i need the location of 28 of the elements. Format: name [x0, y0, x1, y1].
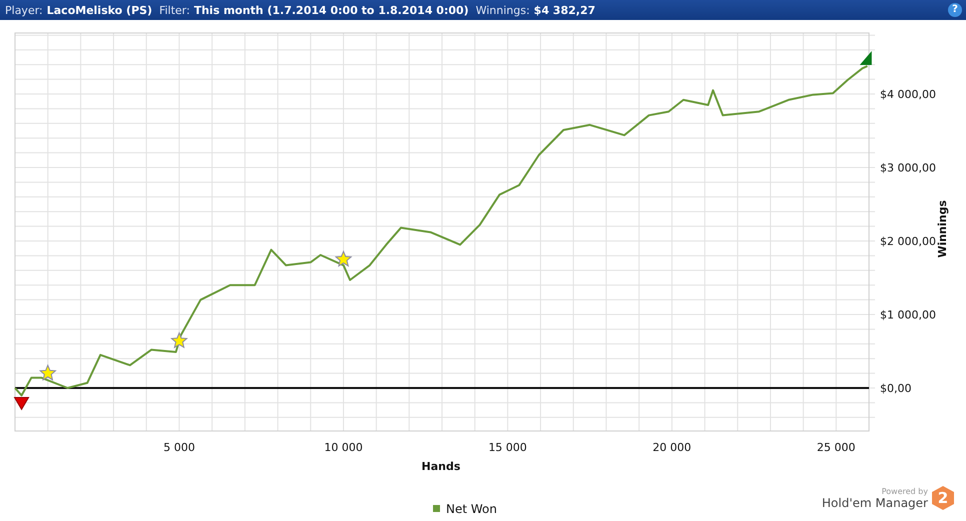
down-triangle-marker	[14, 396, 30, 410]
x-tick-label: 10 000	[324, 441, 363, 454]
y-tick-label: $1 000,00	[880, 308, 936, 322]
powered-by-caption: Powered by	[882, 486, 928, 496]
filter-value: $4 382,27	[534, 4, 596, 16]
star-marker	[170, 332, 188, 348]
x-tick-label: 5 000	[163, 441, 195, 454]
hexagon-badge: 2	[932, 486, 954, 510]
filter-label: Filter:	[159, 4, 190, 16]
filter-label: Player:	[5, 4, 43, 16]
filter-value: LacoMelisko (PS)	[46, 4, 152, 16]
x-tick-label: 15 000	[488, 441, 527, 454]
y-axis-title: Winnings	[936, 200, 949, 258]
y-tick-label: $3 000,00	[880, 162, 936, 174]
y-tick-label: $4 000,00	[880, 88, 936, 101]
filter-label: Winnings:	[476, 4, 530, 16]
x-axis-title: Hands	[422, 460, 460, 473]
brand-name: Hold'em Manager	[822, 496, 928, 510]
x-tick-label: 20 000	[652, 441, 692, 454]
up-triangle-marker	[860, 51, 872, 65]
legend-label: Net Won	[446, 502, 497, 516]
help-button[interactable]: ?	[948, 3, 962, 17]
star-marker	[38, 364, 57, 381]
star-marker	[334, 250, 352, 267]
y-tick-label: $0,00	[880, 382, 912, 395]
x-tick-label: 25 000	[816, 441, 856, 454]
filter-value: This month (1.7.2014 0:00 to 1.8.2014 0:00)	[194, 4, 469, 16]
y-tick-label: $2 000,00	[880, 235, 936, 248]
